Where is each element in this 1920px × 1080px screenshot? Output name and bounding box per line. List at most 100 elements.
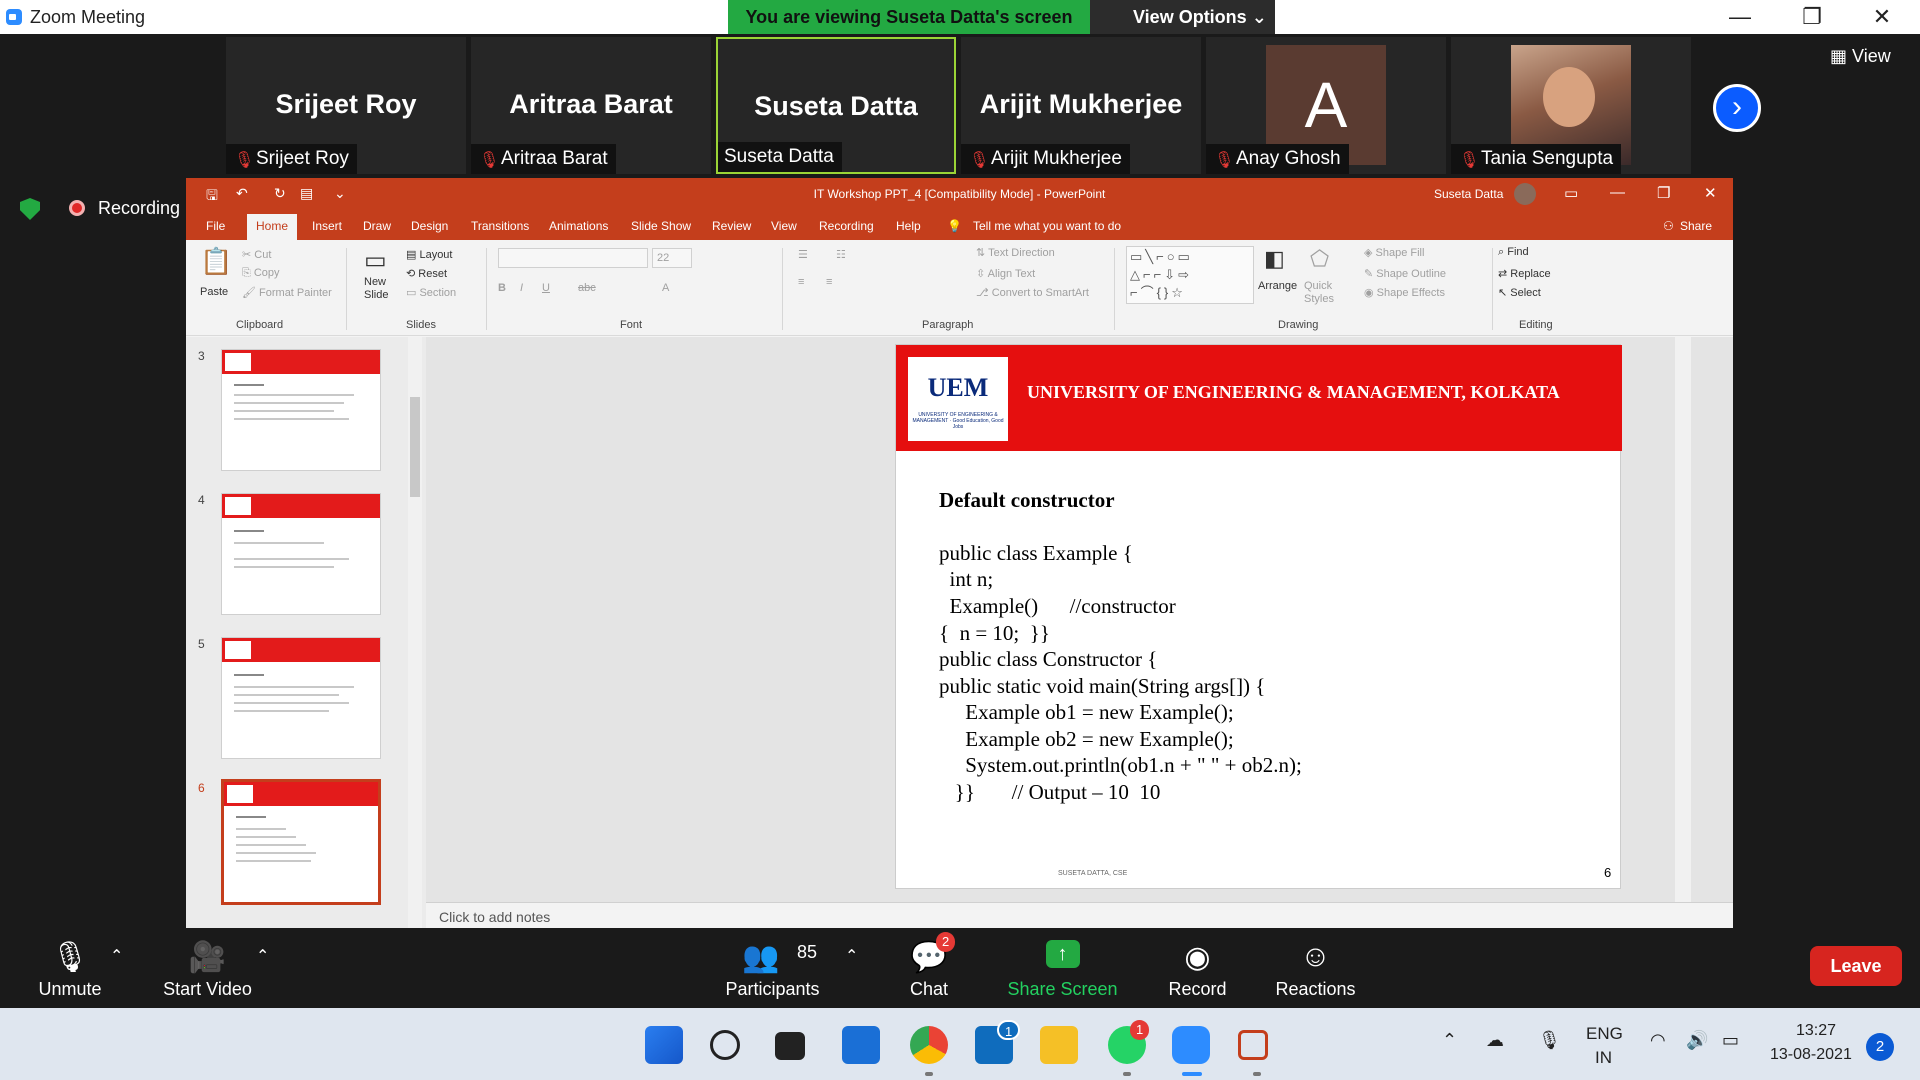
arrange-button[interactable]: Arrange <box>1258 280 1297 292</box>
slide-thumbnail-selected[interactable] <box>221 779 381 905</box>
code-line[interactable]: System.out.println(ob1.n + " " + ob2.n); <box>939 753 1302 778</box>
underline-icon[interactable]: U <box>542 282 550 294</box>
slide-thumbnail[interactable] <box>221 349 381 471</box>
file-explorer-icon[interactable] <box>1040 1026 1078 1064</box>
participant-tile[interactable]: A 🎙Anay Ghosh <box>1206 37 1446 174</box>
share-icon[interactable]: ⚇ <box>1663 219 1674 233</box>
chevron-up-icon[interactable]: ⌃ <box>110 946 123 966</box>
close-icon[interactable]: ✕ <box>1704 184 1717 202</box>
cut-button[interactable]: ✂ Cut <box>242 248 271 261</box>
next-page-icon[interactable]: › <box>1713 84 1761 132</box>
tab-insert[interactable]: Insert <box>312 219 342 233</box>
font-size-select[interactable]: 22 <box>652 248 692 268</box>
chevron-up-icon[interactable]: ⌃ <box>1442 1030 1457 1051</box>
panel-scroll-thumb[interactable] <box>410 397 420 497</box>
tab-design[interactable]: Design <box>411 219 448 233</box>
align-text-button[interactable]: ⇳ Align Text <box>976 267 1035 280</box>
code-line[interactable]: Example ob1 = new Example(); <box>939 700 1233 725</box>
tab-draw[interactable]: Draw <box>363 219 391 233</box>
notes-pane[interactable]: Click to add notes <box>426 902 1733 928</box>
code-line[interactable]: Example ob2 = new Example(); <box>939 727 1233 752</box>
participant-tile[interactable]: Aritraa Barat 🎙Aritraa Barat <box>471 37 711 174</box>
font-name-select[interactable] <box>498 248 648 268</box>
slide-thumbnail[interactable] <box>221 637 381 759</box>
slide-canvas[interactable]: UEM UNIVERSITY OF ENGINEERING & MANAGEME… <box>895 344 1622 889</box>
participant-tile[interactable]: Arijit Mukherjee 🎙Arijit Mukherjee <box>961 37 1201 174</box>
wifi-icon[interactable]: ◠ <box>1650 1030 1666 1051</box>
align-left-icon[interactable]: ≡ <box>798 276 804 288</box>
new-slide-icon[interactable]: ▭ <box>364 246 387 275</box>
participant-tile-active-speaker[interactable]: Suseta Datta Suseta Datta <box>716 37 956 174</box>
clock-date[interactable]: 13-08-2021 <box>1770 1046 1852 1064</box>
minimize-icon[interactable]: — <box>1720 4 1760 30</box>
shapes-gallery[interactable]: ▭╲⌐○▭ △⌐⌐⇩⇨ ⌐⌒{}☆ <box>1126 246 1254 304</box>
code-line[interactable]: { n = 10; }} <box>939 621 1050 646</box>
bold-icon[interactable]: B <box>498 282 506 294</box>
slide-heading[interactable]: Default constructor <box>939 488 1115 513</box>
select-button[interactable]: ↖ Select <box>1498 286 1541 299</box>
quick-styles-button[interactable]: Quick Styles <box>1304 280 1344 306</box>
notification-badge[interactable]: 2 <box>1866 1033 1894 1061</box>
text-direction-button[interactable]: ⇅ Text Direction <box>976 246 1055 259</box>
microphone-icon[interactable]: 🎙 <box>1538 1030 1561 1051</box>
code-line[interactable]: public static void main(String args[]) { <box>939 674 1265 699</box>
battery-icon[interactable]: ▭ <box>1722 1030 1739 1051</box>
participant-tile[interactable]: 🎙Tania Sengupta <box>1451 37 1691 174</box>
unmute-button[interactable]: 🎙 Unmute <box>20 928 120 1008</box>
avatar[interactable] <box>1514 183 1536 205</box>
paste-button[interactable]: Paste <box>200 286 228 298</box>
snipping-tool-icon[interactable] <box>1238 1030 1268 1060</box>
chrome-icon[interactable] <box>910 1026 948 1064</box>
editor-scrollbar[interactable] <box>1675 337 1691 902</box>
slide-thumbnail[interactable] <box>221 493 381 615</box>
widgets-icon[interactable] <box>842 1026 880 1064</box>
tab-review[interactable]: Review <box>712 219 751 233</box>
participants-button[interactable]: 👥 85 Participants <box>715 928 830 1008</box>
tab-home[interactable]: Home <box>247 214 298 240</box>
format-painter-button[interactable]: 🖌 Format Painter <box>242 286 332 299</box>
italic-icon[interactable]: I <box>520 282 523 294</box>
share-screen-button[interactable]: ↑ Share Screen <box>1005 928 1120 1008</box>
align-center-icon[interactable]: ≡ <box>826 276 832 288</box>
arrange-icon[interactable]: ◧ <box>1264 246 1285 272</box>
shape-outline-button[interactable]: ✎ Shape Outline <box>1364 267 1446 280</box>
find-button[interactable]: ⌕ Find <box>1498 246 1529 259</box>
view-button[interactable]: ▦ View <box>1830 46 1891 67</box>
start-video-button[interactable]: 🎥 Start Video <box>150 928 265 1008</box>
close-icon[interactable]: ✕ <box>1862 4 1902 30</box>
chat-button[interactable]: 💬 2 Chat <box>899 928 959 1008</box>
shield-icon[interactable] <box>20 198 40 220</box>
participant-tile[interactable]: Srijeet Roy 🎙Srijeet Roy <box>226 37 466 174</box>
record-button[interactable]: ◉ Record <box>1140 928 1255 1008</box>
paste-icon[interactable]: 📋 <box>200 246 232 277</box>
convert-smartart-button[interactable]: ⎇ Convert to SmartArt <box>976 286 1089 299</box>
tab-view[interactable]: View <box>771 219 797 233</box>
clock-time[interactable]: 13:27 <box>1796 1022 1836 1040</box>
replace-button[interactable]: ⇄ Replace <box>1498 267 1551 280</box>
tell-me-search[interactable]: Tell me what you want to do <box>973 219 1121 233</box>
layout-button[interactable]: ▤ Layout <box>406 248 452 261</box>
chevron-up-icon[interactable]: ⌃ <box>256 946 269 966</box>
quick-styles-icon[interactable]: ⬠ <box>1310 246 1329 272</box>
new-slide-button[interactable]: New Slide <box>364 276 400 302</box>
language-secondary[interactable]: IN <box>1595 1048 1612 1068</box>
leave-button[interactable]: Leave <box>1810 946 1902 986</box>
tab-animations[interactable]: Animations <box>549 219 608 233</box>
tab-slide-show[interactable]: Slide Show <box>631 219 691 233</box>
start-icon[interactable] <box>645 1026 683 1064</box>
minimize-icon[interactable]: — <box>1610 184 1625 201</box>
chevron-up-icon[interactable]: ⌃ <box>845 946 858 966</box>
language-primary[interactable]: ENG <box>1586 1024 1623 1044</box>
zoom-icon[interactable] <box>1172 1026 1210 1064</box>
onedrive-icon[interactable]: ☁ <box>1486 1030 1504 1051</box>
tab-transitions[interactable]: Transitions <box>471 219 529 233</box>
tab-file[interactable]: File <box>206 219 225 233</box>
code-line[interactable]: Example() //constructor <box>939 594 1176 619</box>
search-icon[interactable] <box>710 1030 740 1060</box>
code-line[interactable]: }} // Output – 10 10 <box>939 780 1161 805</box>
numbering-icon[interactable]: ☷ <box>836 248 846 261</box>
strikethrough-icon[interactable]: abc <box>578 282 596 294</box>
code-line[interactable]: int n; <box>939 567 994 592</box>
code-line[interactable]: public class Example { <box>939 541 1133 566</box>
ribbon-display-icon[interactable]: ▭ <box>1564 184 1578 202</box>
